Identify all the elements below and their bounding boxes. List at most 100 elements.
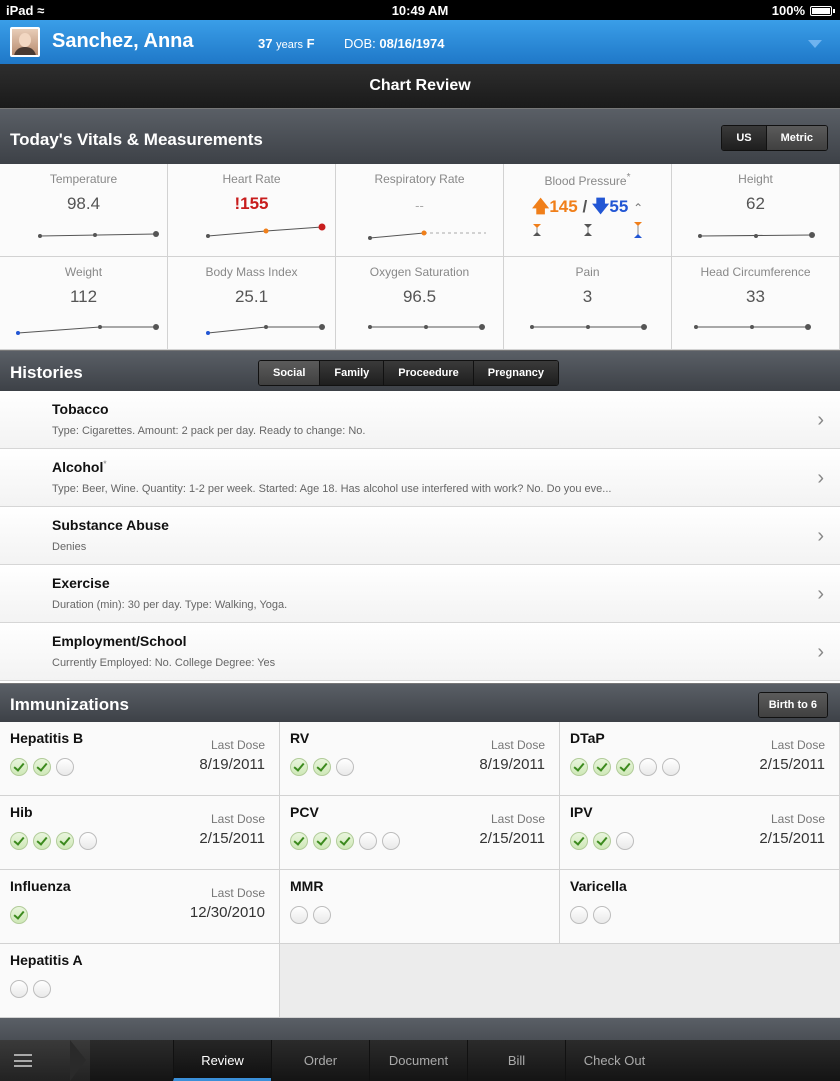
last-dose-date: 8/19/2011 <box>479 756 545 773</box>
dose-given-icon <box>313 758 331 776</box>
unit-us-button[interactable]: US <box>722 126 766 150</box>
vital-value: 112 <box>69 287 98 306</box>
immunization-hib[interactable]: Hib Last Dose 2/15/2011 <box>0 796 280 870</box>
history-row-substance-abuse[interactable]: Substance Abuse Denies › <box>0 507 840 565</box>
dose-given-icon <box>336 832 354 850</box>
tab-review[interactable]: Review <box>173 1040 271 1081</box>
tab-family[interactable]: Family <box>319 361 384 385</box>
temperature-sparkline <box>38 231 159 238</box>
age-range-selector[interactable]: Birth to 6 <box>757 692 828 718</box>
bp-mark: * <box>626 172 631 183</box>
dose-indicators <box>290 832 400 850</box>
dose-pending-icon <box>336 758 354 776</box>
last-dose-date: 2/15/2011 <box>479 830 545 847</box>
immunization-hepatitis-a[interactable]: Hepatitis A <box>0 944 280 1018</box>
menu-icon <box>14 1054 32 1067</box>
caret-up-icon: ⌃ <box>633 201 644 215</box>
bp-separator: / <box>582 197 588 216</box>
history-title: Substance Abuse <box>52 517 169 533</box>
immunizations-title: Immunizations <box>10 695 130 714</box>
dose-given-icon <box>10 906 28 924</box>
tab-bill[interactable]: Bill <box>467 1040 565 1081</box>
history-detail: Currently Employed: No. College Degree: … <box>52 657 276 669</box>
last-dose-label: Last Dose <box>770 738 825 752</box>
vital-blood-pressure[interactable]: Blood Pressure* 🡅145 / 🡇55 ⌃ <box>504 164 672 257</box>
tab-proceedure[interactable]: Proceedure <box>383 361 473 385</box>
dose-pending-icon <box>662 758 680 776</box>
menu-button[interactable] <box>0 1040 90 1081</box>
vital-label: Oxygen Saturation <box>369 265 470 279</box>
last-dose-label: Last Dose <box>210 886 265 900</box>
chevron-down-icon[interactable] <box>808 40 822 48</box>
vaccine-name: Hepatitis B <box>10 730 84 746</box>
history-row-alcohol[interactable]: Alcohol* Type: Beer, Wine. Quantity: 1-2… <box>0 449 840 507</box>
dose-given-icon <box>570 832 588 850</box>
immunization-hepatitis-b[interactable]: Hepatitis B Last Dose 8/19/2011 <box>0 722 280 796</box>
history-row-exercise[interactable]: Exercise Duration (min): 30 per day. Typ… <box>0 565 840 623</box>
unit-toggle[interactable]: US Metric <box>721 125 828 151</box>
histories-list: Tobacco Type: Cigarettes. Amount: 2 pack… <box>0 391 840 681</box>
vital-bmi[interactable]: Body Mass Index 25.1 <box>168 257 336 350</box>
dose-given-icon <box>33 832 51 850</box>
vaccine-name: RV <box>290 730 310 746</box>
tab-pregnancy[interactable]: Pregnancy <box>472 361 559 385</box>
vital-height[interactable]: Height 62 <box>672 164 840 257</box>
tab-social[interactable]: Social <box>259 361 320 385</box>
dose-given-icon <box>570 758 588 776</box>
vital-weight[interactable]: Weight 112 <box>0 257 168 350</box>
patient-age: 37 years F <box>258 36 315 51</box>
vital-temperature[interactable]: Temperature 98.4 <box>0 164 168 257</box>
vaccine-name: MMR <box>290 878 324 894</box>
dose-pending-icon <box>616 832 634 850</box>
dose-pending-icon <box>79 832 97 850</box>
immunization-mmr[interactable]: MMR <box>280 870 560 944</box>
weight-sparkline <box>16 324 159 335</box>
chevron-right-icon: › <box>817 641 824 663</box>
dose-indicators <box>10 906 28 924</box>
dose-pending-icon <box>10 980 28 998</box>
dose-pending-icon <box>639 758 657 776</box>
vital-oxygen-saturation[interactable]: Oxygen Saturation 96.5 <box>336 257 504 350</box>
vital-respiratory-rate[interactable]: Respiratory Rate -- <box>336 164 504 257</box>
history-row-tobacco[interactable]: Tobacco Type: Cigarettes. Amount: 2 pack… <box>0 391 840 449</box>
bp-label: Blood Pressure <box>544 174 627 188</box>
immunization-pcv[interactable]: PCV Last Dose 2/15/2011 <box>280 796 560 870</box>
immunization-rv[interactable]: RV Last Dose 8/19/2011 <box>280 722 560 796</box>
vital-label: Temperature <box>49 172 118 186</box>
page-title: Chart Review <box>0 64 840 108</box>
dose-pending-icon <box>570 906 588 924</box>
tab-document[interactable]: Document <box>369 1040 467 1081</box>
histories-title: Histories <box>10 363 83 382</box>
history-detail: Type: Cigarettes. Amount: 2 pack per day… <box>52 425 366 437</box>
last-dose-label: Last Dose <box>210 738 265 752</box>
immunizations-grid: Hepatitis B Last Dose 8/19/2011 RV Last … <box>0 722 840 1018</box>
tab-order[interactable]: Order <box>271 1040 369 1081</box>
dose-given-icon <box>33 758 51 776</box>
battery-icon <box>810 5 835 16</box>
immunization-varicella[interactable]: Varicella <box>560 870 840 944</box>
history-title: Alcohol* <box>52 459 106 475</box>
vital-head-circumference[interactable]: Head Circumference 33 <box>672 257 840 350</box>
dose-given-icon <box>593 832 611 850</box>
immunization-influenza[interactable]: Influenza Last Dose 12/30/2010 <box>0 870 280 944</box>
vital-pain[interactable]: Pain 3 <box>504 257 672 350</box>
patient-avatar <box>10 27 40 57</box>
heart-rate-value: 155 <box>240 194 269 213</box>
last-dose-label: Last Dose <box>490 812 545 826</box>
immunization-ipv[interactable]: IPV Last Dose 2/15/2011 <box>560 796 840 870</box>
tab-check-out[interactable]: Check Out <box>565 1040 663 1081</box>
immunization-dtap[interactable]: DTaP Last Dose 2/15/2011 <box>560 722 840 796</box>
patient-bar[interactable]: Sanchez, Anna 37 years F DOB: 08/16/1974 <box>0 20 840 64</box>
alcohol-title: Alcohol <box>52 459 104 475</box>
birth-to-6-button[interactable]: Birth to 6 <box>758 693 827 717</box>
vaccine-name: DTaP <box>570 730 605 746</box>
vital-heart-rate[interactable]: Heart Rate !155 <box>168 164 336 257</box>
unit-metric-button[interactable]: Metric <box>765 126 827 150</box>
histories-tabs[interactable]: Social Family Proceedure Pregnancy <box>258 360 560 386</box>
status-bar: iPad ≈ 10:49 AM 100% <box>0 0 840 20</box>
immunization-empty-cell <box>280 944 840 1018</box>
immunizations-header: Immunizations Birth to 6 <box>0 683 840 722</box>
vital-value: 3 <box>582 287 593 306</box>
bp-diastolic: 55 <box>609 197 629 216</box>
history-row-employment[interactable]: Employment/School Currently Employed: No… <box>0 623 840 681</box>
